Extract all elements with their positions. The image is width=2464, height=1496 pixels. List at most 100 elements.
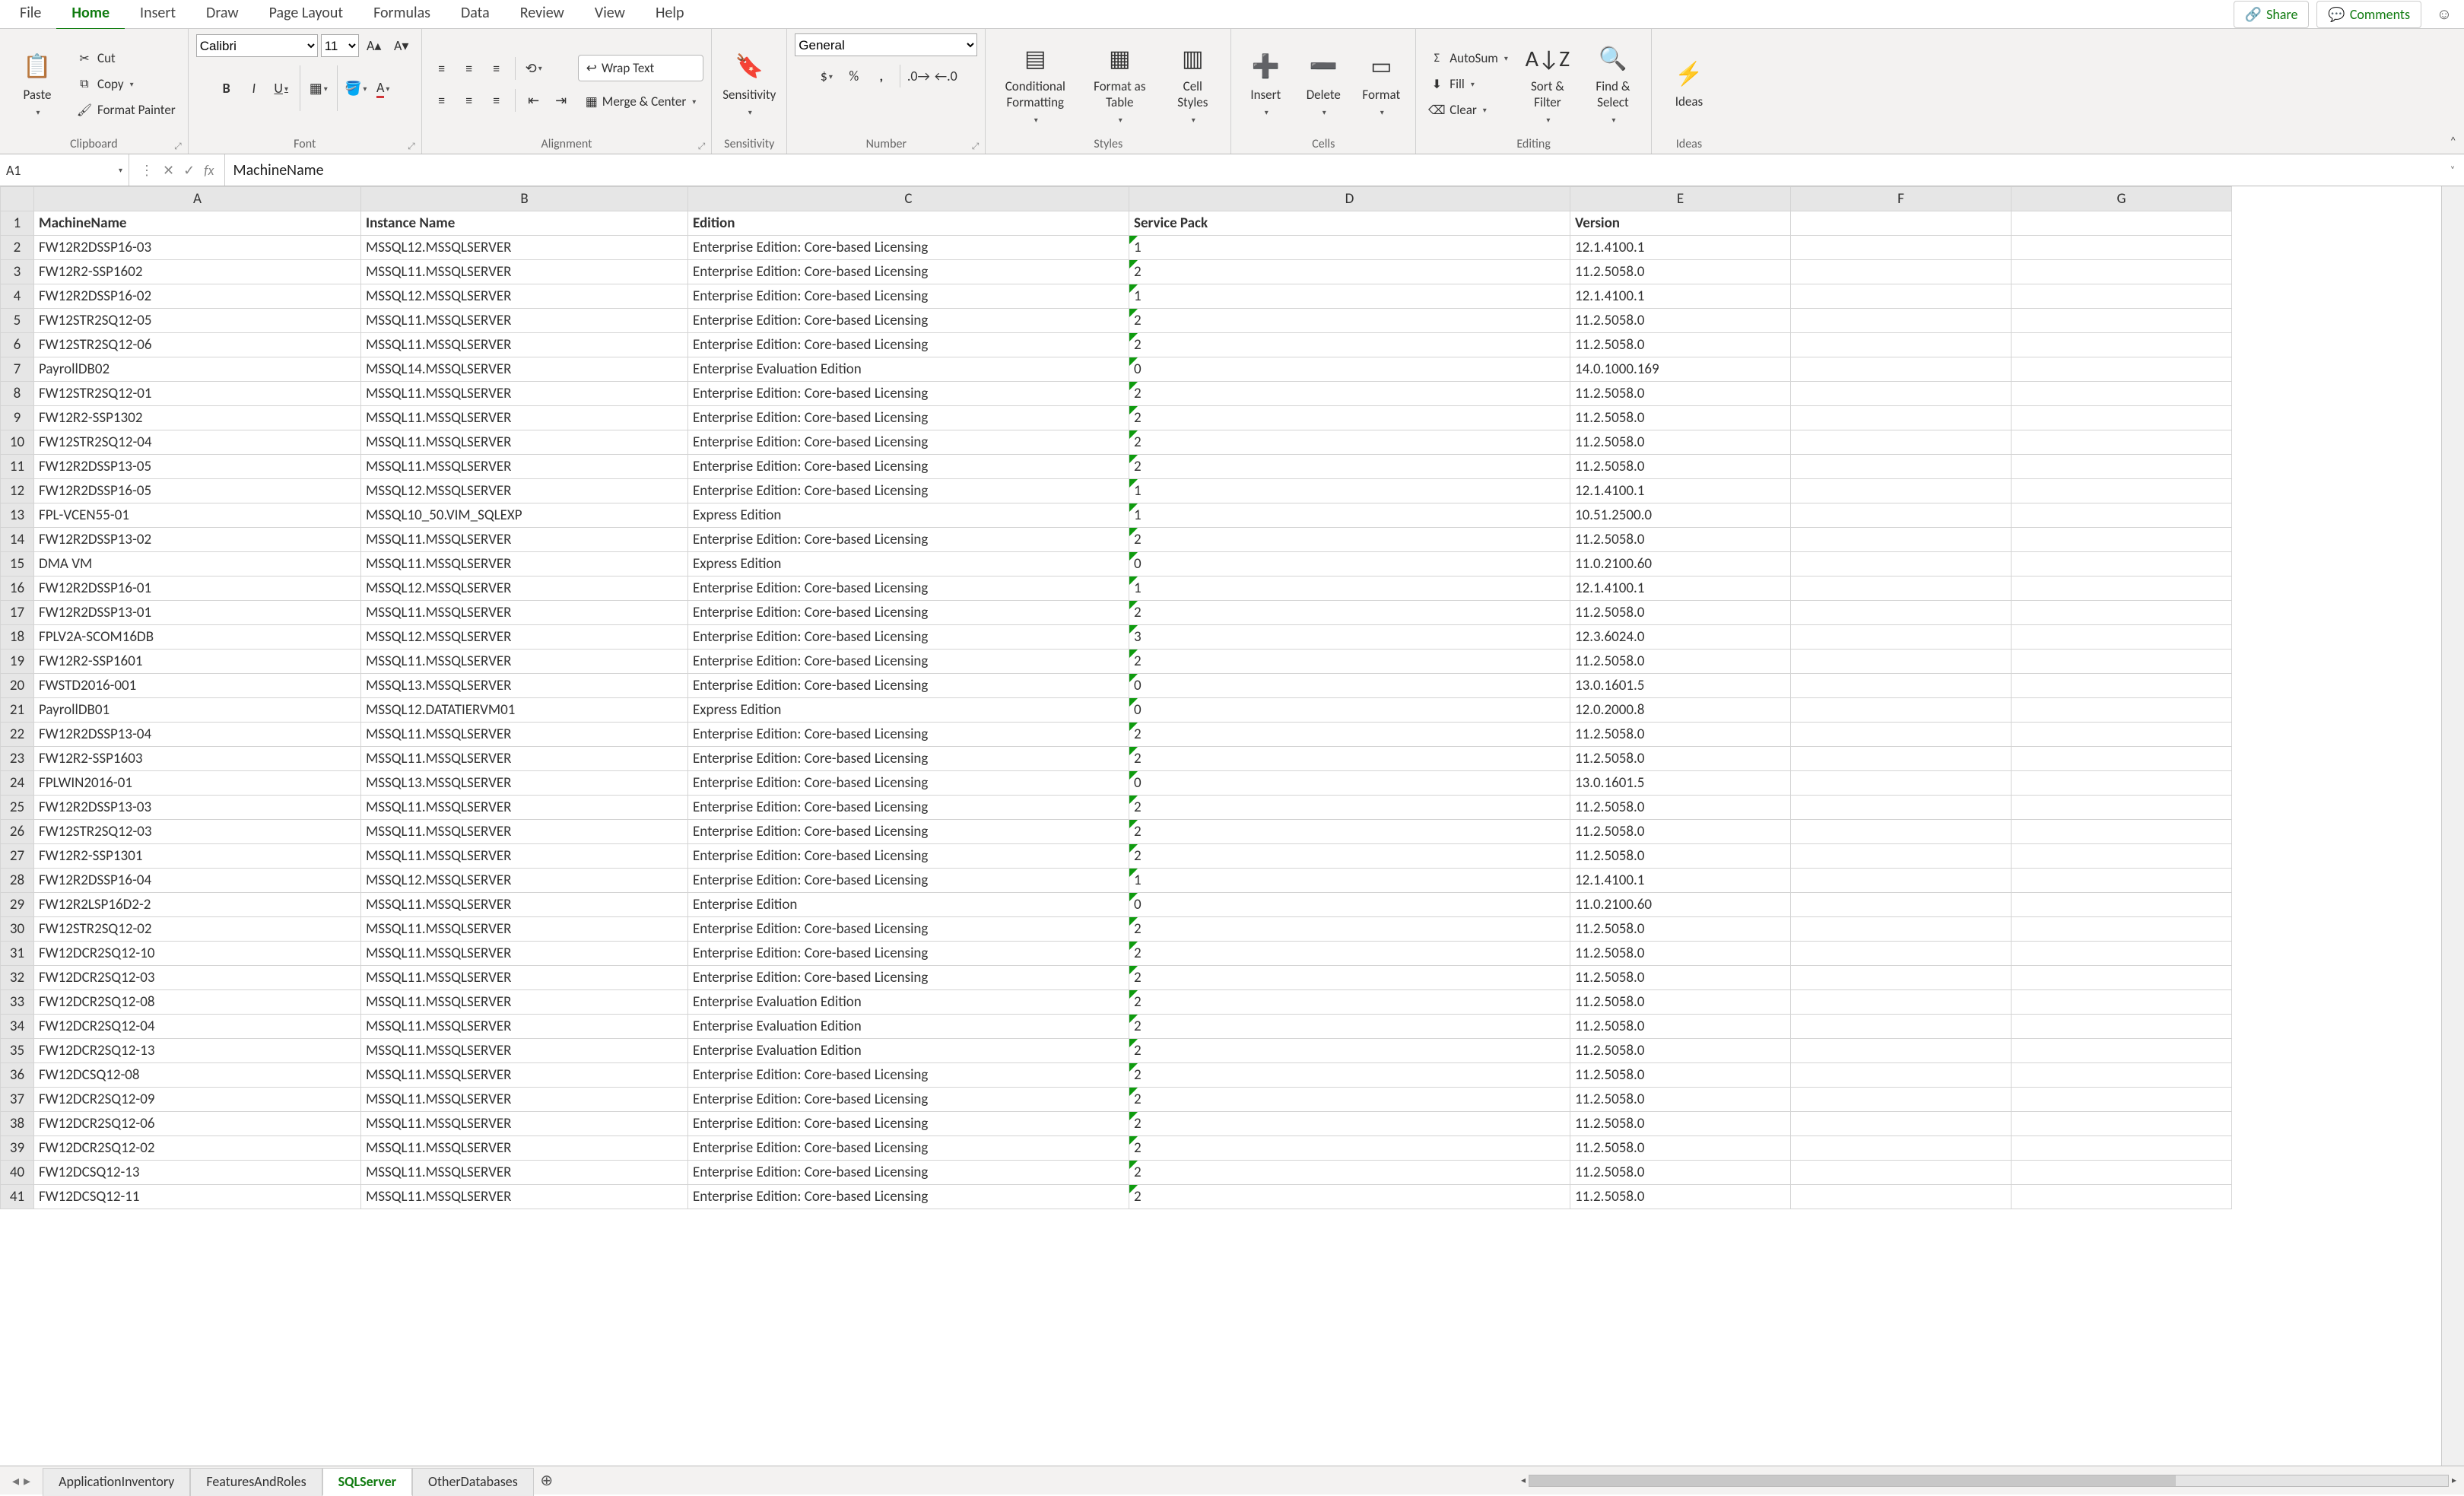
row-header[interactable]: 23 [1,747,34,771]
cell[interactable]: MSSQL11.MSSQLSERVER [361,844,688,869]
row-header[interactable]: 37 [1,1088,34,1112]
cell[interactable]: MSSQL12.MSSQLSERVER [361,236,688,260]
cell[interactable]: FW12R2DSSP13-01 [34,601,361,625]
column-header[interactable]: D [1129,187,1570,211]
cell[interactable]: FW12STR2SQ12-03 [34,820,361,844]
cell[interactable]: 1 [1129,503,1570,528]
row-header[interactable]: 14 [1,528,34,552]
cell[interactable]: 2 [1129,1161,1570,1185]
bold-button[interactable]: B [214,76,239,100]
cell[interactable]: FW12STR2SQ12-01 [34,382,361,406]
cell[interactable] [1791,844,2012,869]
cell[interactable]: 13.0.1601.5 [1570,771,1791,796]
cell[interactable] [1791,1185,2012,1209]
cell[interactable]: FW12STR2SQ12-04 [34,430,361,455]
cell[interactable] [2012,966,2232,990]
add-sheet-button[interactable]: ⊕ [534,1471,560,1490]
cell[interactable] [1791,260,2012,284]
cell[interactable]: 13.0.1601.5 [1570,674,1791,698]
menu-tab-help[interactable]: Help [640,0,700,30]
cell[interactable]: 2 [1129,747,1570,771]
cell[interactable] [2012,1015,2232,1039]
cell[interactable]: MSSQL14.MSSQLSERVER [361,357,688,382]
cell[interactable] [1791,771,2012,796]
menu-tab-file[interactable]: File [5,0,56,30]
cell[interactable]: MSSQL11.MSSQLSERVER [361,723,688,747]
cell[interactable] [2012,796,2232,820]
cell[interactable]: 12.0.2000.8 [1570,698,1791,723]
menu-tab-data[interactable]: Data [446,0,505,30]
cell[interactable]: 2 [1129,1088,1570,1112]
cell[interactable]: Edition [688,211,1129,236]
align-left-button[interactable]: ≡ [430,88,454,113]
cell[interactable]: 2 [1129,601,1570,625]
cell[interactable]: 2 [1129,333,1570,357]
cell[interactable] [1791,1088,2012,1112]
cell[interactable] [1791,990,2012,1015]
row-header[interactable]: 5 [1,309,34,333]
row-header[interactable]: 28 [1,869,34,893]
menu-tab-draw[interactable]: Draw [191,0,254,30]
clear-button[interactable]: ⌫Clear▾ [1424,99,1513,122]
cell[interactable]: 2 [1129,455,1570,479]
cell[interactable]: 12.1.4100.1 [1570,576,1791,601]
cell[interactable]: MSSQL11.MSSQLSERVER [361,990,688,1015]
row-header[interactable]: 11 [1,455,34,479]
row-header[interactable]: 38 [1,1112,34,1136]
row-header[interactable]: 20 [1,674,34,698]
cell[interactable]: Enterprise Edition: Core-based Licensing [688,260,1129,284]
cell[interactable] [1791,1161,2012,1185]
row-header[interactable]: 22 [1,723,34,747]
vertical-scrollbar[interactable] [2441,186,2464,1466]
autosum-button[interactable]: ΣAutoSum▾ [1424,47,1513,70]
cell[interactable]: Enterprise Edition: Core-based Licensing [688,820,1129,844]
cell[interactable]: 2 [1129,528,1570,552]
cell[interactable]: MSSQL12.MSSQLSERVER [361,284,688,309]
cell[interactable]: FW12DCR2SQ12-13 [34,1039,361,1063]
column-header[interactable]: A [34,187,361,211]
cell[interactable] [1791,601,2012,625]
cell[interactable]: 2 [1129,917,1570,942]
cell[interactable]: 1 [1129,236,1570,260]
menu-tab-insert[interactable]: Insert [125,0,191,30]
cell[interactable]: Enterprise Edition: Core-based Licensing [688,333,1129,357]
cell[interactable] [1791,625,2012,650]
cell[interactable]: Enterprise Edition: Core-based Licensing [688,747,1129,771]
cell[interactable]: FPL-VCEN55-01 [34,503,361,528]
cell[interactable]: 11.2.5058.0 [1570,1136,1791,1161]
cell[interactable]: MSSQL11.MSSQLSERVER [361,528,688,552]
cell[interactable]: FW12R2DSSP13-02 [34,528,361,552]
percent-format-button[interactable]: % [842,64,866,88]
cell[interactable]: DMA VM [34,552,361,576]
row-header[interactable]: 21 [1,698,34,723]
cell[interactable]: FW12R2-SSP1603 [34,747,361,771]
cell[interactable]: MSSQL11.MSSQLSERVER [361,455,688,479]
cell[interactable] [2012,357,2232,382]
cell[interactable]: MSSQL11.MSSQLSERVER [361,966,688,990]
dialog-launcher-icon[interactable]: ⤢ [698,141,706,152]
cell[interactable]: FW12STR2SQ12-05 [34,309,361,333]
cell[interactable] [2012,552,2232,576]
cell[interactable]: 11.2.5058.0 [1570,382,1791,406]
row-header[interactable]: 17 [1,601,34,625]
cell[interactable]: 2 [1129,260,1570,284]
sort-filter-button[interactable]: A↓ZSort & Filter▾ [1517,39,1578,130]
cell[interactable]: 2 [1129,796,1570,820]
cell[interactable]: 11.2.5058.0 [1570,1039,1791,1063]
cell[interactable]: 2 [1129,966,1570,990]
cell[interactable] [1791,1112,2012,1136]
dialog-launcher-icon[interactable]: ⤢ [408,141,415,152]
row-header[interactable]: 13 [1,503,34,528]
cell[interactable] [2012,1088,2232,1112]
cell[interactable]: FW12R2DSSP13-04 [34,723,361,747]
cell[interactable]: Instance Name [361,211,688,236]
menu-tab-view[interactable]: View [579,0,640,30]
cell[interactable] [1791,796,2012,820]
cell[interactable]: MSSQL11.MSSQLSERVER [361,1039,688,1063]
cell[interactable]: 11.2.5058.0 [1570,1185,1791,1209]
cell[interactable]: 14.0.1000.169 [1570,357,1791,382]
cell[interactable]: MSSQL12.MSSQLSERVER [361,576,688,601]
cell[interactable] [1791,211,2012,236]
cell[interactable]: FPLV2A-SCOM16DB [34,625,361,650]
cell[interactable]: MSSQL11.MSSQLSERVER [361,1063,688,1088]
